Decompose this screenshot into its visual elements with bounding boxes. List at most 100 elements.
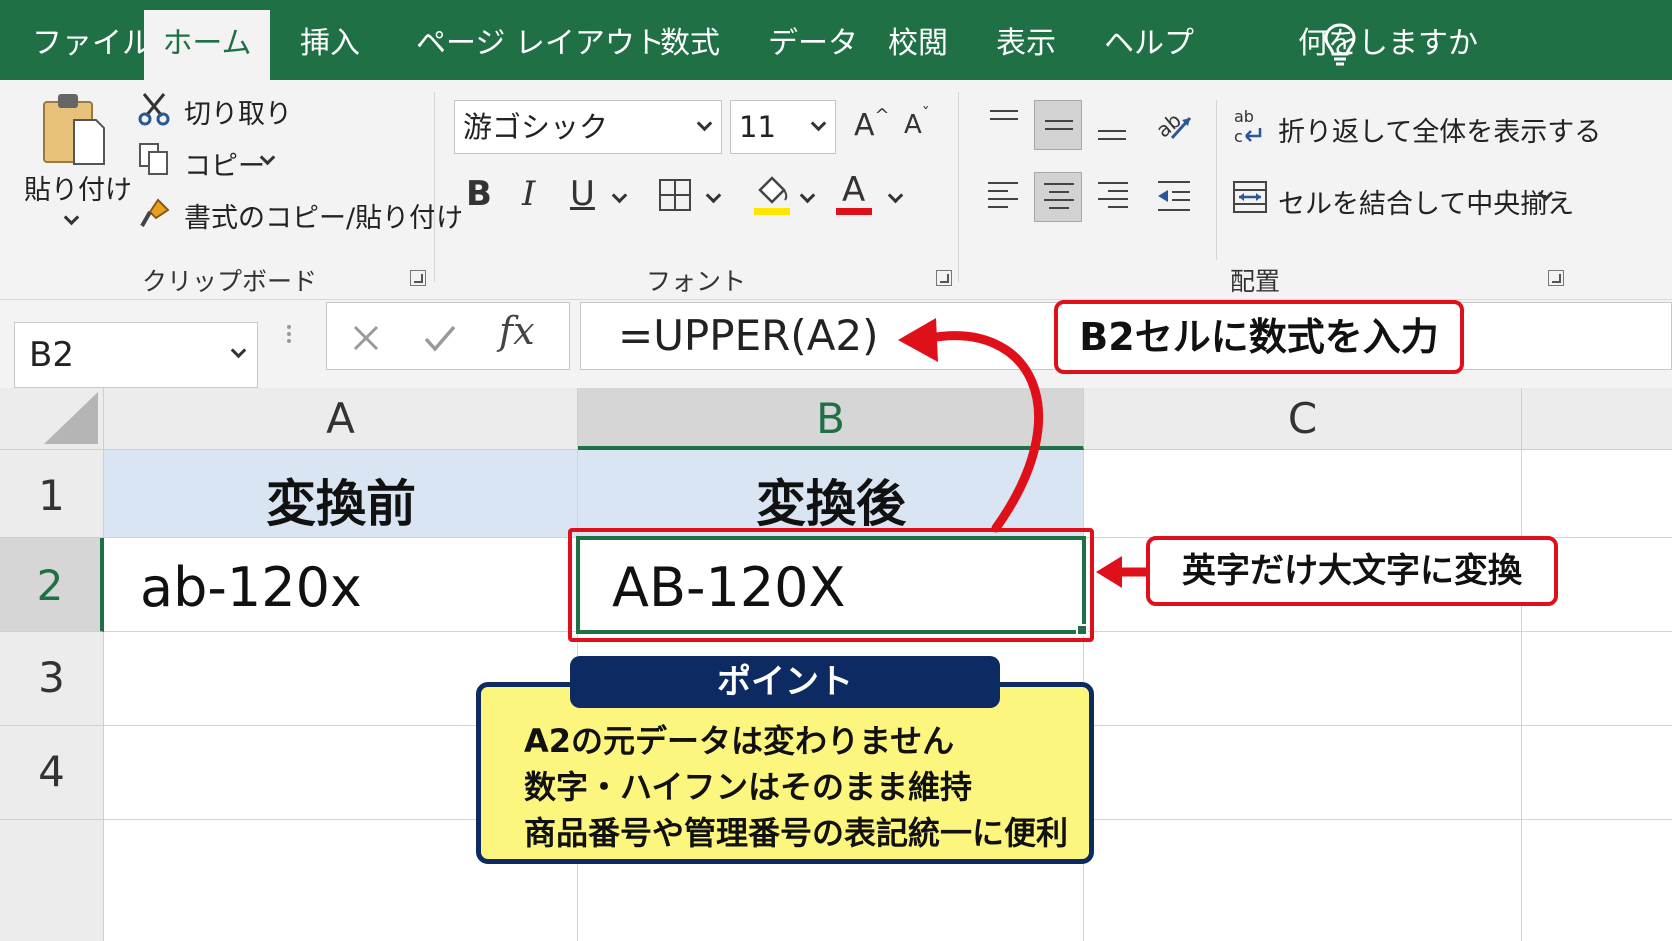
align-line (988, 182, 1018, 184)
font-dialog-launcher-icon[interactable] (936, 270, 952, 286)
grip-dot (287, 325, 291, 329)
bold-button[interactable]: B (466, 174, 492, 214)
decrease-font-size-button[interactable]: Aˇ (904, 104, 930, 140)
merge-center-button[interactable]: セルを結合して中央揃え (1278, 182, 1574, 221)
merge-center-icon[interactable] (1232, 180, 1268, 214)
cell-a2[interactable]: ab-120x (104, 538, 578, 632)
borders-icon[interactable] (658, 178, 692, 212)
font-name-dropdown[interactable]: 游ゴシック (454, 100, 722, 154)
wrap-text-icon[interactable]: ab c (1232, 106, 1268, 146)
cell-c5[interactable] (1084, 820, 1522, 941)
cell-d3[interactable] (1522, 632, 1672, 726)
alignment-dialog-launcher-icon[interactable] (1548, 270, 1564, 286)
orientation-icon[interactable]: ab (1152, 104, 1194, 144)
formula-bar-grip-icon[interactable] (287, 322, 293, 356)
top-align-button[interactable] (980, 100, 1028, 150)
format-painter-button[interactable]: 書式のコピー/貼り付け (184, 196, 463, 235)
tab-home[interactable]: ホーム (144, 10, 270, 80)
column-header-a[interactable]: A (104, 388, 578, 450)
cell-d4[interactable] (1522, 726, 1672, 820)
align-left-button[interactable] (980, 172, 1028, 222)
format-painter-icon[interactable] (138, 196, 172, 230)
cell-c3[interactable] (1084, 632, 1522, 726)
tab-page-layout[interactable]: ページ レイアウト (416, 0, 665, 80)
tab-insert[interactable]: 挿入 (300, 0, 360, 80)
point-line-2: 数字・ハイフンはそのまま維持 (524, 768, 973, 806)
column-header-next[interactable] (1522, 388, 1672, 450)
cut-button[interactable]: 切り取り (184, 92, 292, 131)
align-center-button[interactable] (1034, 172, 1082, 222)
align-line (988, 190, 1008, 192)
copy-button[interactable]: コピー (184, 144, 265, 183)
cancel-icon[interactable] (351, 323, 381, 353)
row-header-5[interactable] (0, 820, 104, 941)
cell-a1[interactable]: 変換前 (104, 450, 578, 538)
cell-c4[interactable] (1084, 726, 1522, 820)
align-line (988, 198, 1018, 200)
align-line (1045, 128, 1073, 130)
align-line (990, 110, 1018, 112)
tab-help[interactable]: ヘルプ (1104, 0, 1194, 80)
row-header-3[interactable]: 3 (0, 632, 104, 726)
row-header-2[interactable]: 2 (0, 538, 104, 632)
copy-icon[interactable] (138, 142, 170, 176)
point-title: ポイント (570, 656, 1000, 708)
row-header-1[interactable]: 1 (0, 450, 104, 538)
point-line-3: 商品番号や管理番号の表記統一に便利 (524, 814, 1069, 852)
paste-dropdown-chevron-icon[interactable] (63, 209, 80, 226)
align-line (988, 206, 1008, 208)
borders-chevron-icon[interactable] (705, 187, 722, 204)
font-color-button[interactable]: A (842, 170, 865, 210)
cell-c1[interactable] (1084, 450, 1522, 538)
column-header-c[interactable]: C (1084, 388, 1522, 450)
name-box[interactable]: B2 (14, 322, 258, 388)
align-line (1108, 190, 1128, 192)
select-all-button[interactable] (0, 388, 104, 450)
decrease-indent-icon[interactable] (1154, 176, 1194, 216)
clipboard-dialog-launcher-icon[interactable] (410, 270, 426, 286)
underline-button[interactable]: U (570, 174, 595, 214)
wrap-text-button[interactable]: 折り返して全体を表示する (1278, 110, 1601, 149)
group-divider (1216, 100, 1217, 260)
increase-font-size-button[interactable]: A^ (854, 105, 890, 143)
paste-button[interactable]: 貼り付け (24, 168, 132, 207)
bottom-align-button[interactable] (1088, 100, 1136, 150)
italic-button[interactable]: I (522, 174, 535, 214)
cell-a1-text: 変換前 (266, 475, 416, 533)
formula-text: =UPPER(A2) (618, 311, 879, 360)
align-line (1098, 182, 1128, 184)
grip-dot (287, 332, 291, 336)
font-color-chevron-icon[interactable] (887, 187, 904, 204)
align-line (1108, 206, 1128, 208)
cell-d1[interactable] (1522, 450, 1672, 538)
align-line (1098, 138, 1126, 140)
tab-review[interactable]: 校閲 (888, 0, 948, 80)
name-box-chevron-icon (230, 342, 247, 359)
tab-formulas[interactable]: 数式 (660, 0, 720, 80)
fill-color-chevron-icon[interactable] (799, 187, 816, 204)
align-line (1049, 191, 1069, 193)
align-right-button[interactable] (1088, 172, 1136, 222)
tab-data[interactable]: データ (768, 0, 858, 80)
tab-view[interactable]: 表示 (996, 0, 1056, 80)
paste-icon[interactable] (40, 90, 108, 166)
formula-arrow-icon (898, 318, 1043, 533)
enter-check-icon[interactable] (423, 323, 457, 353)
row-header-4[interactable]: 4 (0, 726, 104, 820)
middle-align-button[interactable] (1034, 100, 1082, 150)
select-all-triangle-icon (44, 392, 98, 444)
result-arrow-icon (1096, 556, 1148, 588)
underline-chevron-icon[interactable] (611, 187, 628, 204)
formula-controls: fx (326, 302, 570, 370)
insert-function-button[interactable]: fx (499, 309, 535, 353)
grip-dot (287, 339, 291, 343)
tab-file[interactable]: ファイル (32, 0, 152, 80)
tell-me-search[interactable]: 何をしますか (1298, 0, 1478, 80)
svg-text:ab: ab (1234, 107, 1254, 126)
font-color-letter: A (842, 170, 866, 210)
font-size-value: 11 (739, 110, 776, 144)
fill-color-icon[interactable] (752, 172, 792, 216)
align-line (1044, 199, 1074, 201)
font-size-dropdown[interactable]: 11 (730, 100, 836, 154)
cut-icon[interactable] (138, 92, 170, 126)
